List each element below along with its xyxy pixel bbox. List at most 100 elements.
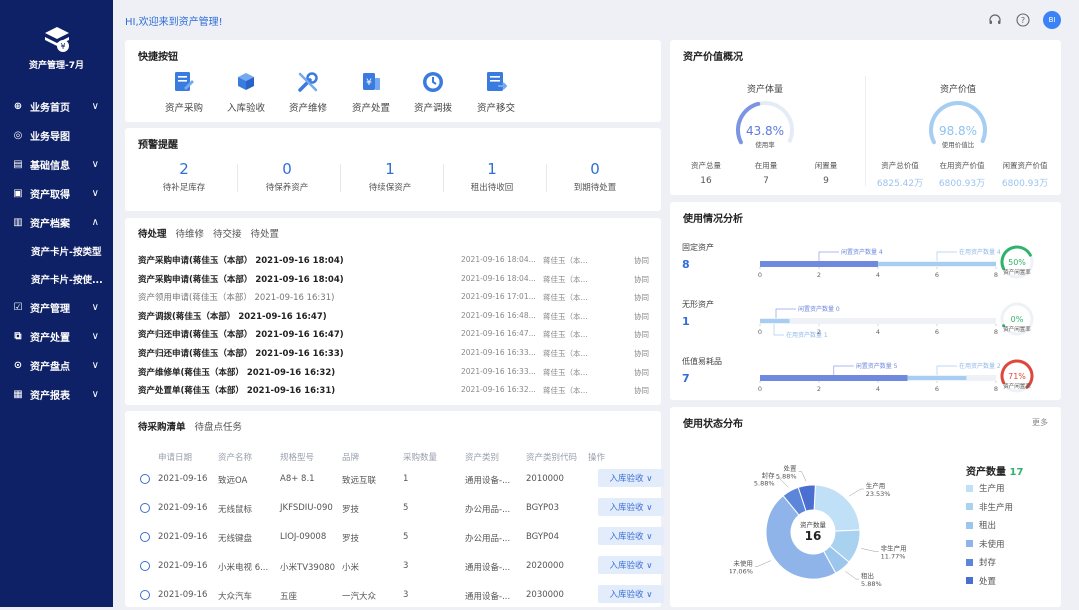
legend-item[interactable]: 未使用: [966, 538, 1005, 550]
quick-button-label: 资产处置: [341, 100, 401, 114]
quick-dispose-button[interactable]: ¥ 资产处置: [341, 70, 401, 114]
sidebar-item-map[interactable]: ◎业务导图: [0, 121, 113, 150]
todo-row[interactable]: 资产采购申请(蒋佳玉（本部） 2021-09-16 18:04)2021-09-…: [138, 251, 658, 269]
headset-icon[interactable]: [987, 12, 1003, 28]
table-cell: 1: [403, 474, 408, 484]
sidebar-nav: ⊕业务首页∨ ◎业务导图 ▤基础信息∨ ▣资产取得∨ ▥资产档案∧ 资产卡片-按…: [0, 92, 113, 409]
warning-count: 0: [544, 160, 646, 178]
tab-pending[interactable]: 待处理: [138, 226, 167, 240]
warning-item-expire[interactable]: 0到期待处置: [544, 160, 646, 193]
sidebar-subitem-card-type[interactable]: 资产卡片-按类型: [0, 237, 113, 265]
usage-bar-chart: 闲置资产数量 0在用资产数量 1024680%资产闲置率: [682, 293, 1062, 345]
row-radio[interactable]: [140, 561, 150, 571]
todo-row[interactable]: 资产归还申请(蒋佳玉（本部） 2021-09-16 16:47)2021-09-…: [138, 325, 658, 343]
row-radio[interactable]: [140, 474, 150, 484]
sidebar-subitem-card-use[interactable]: 资产卡片-按使...: [0, 265, 113, 293]
sidebar-item-dispose[interactable]: ⧉资产处置∨: [0, 322, 113, 351]
table-cell: 无线键盘: [218, 532, 252, 544]
more-link[interactable]: 更多: [1032, 417, 1048, 428]
table-cell: 办公用品-...: [465, 503, 510, 515]
usage-bar-used: [908, 376, 967, 380]
sidebar-item-home[interactable]: ⊕业务首页∨: [0, 92, 113, 121]
annotation-line: [819, 252, 839, 261]
legend-item[interactable]: 非生产用: [966, 501, 1013, 513]
todo-person: 蒋佳玉（本...: [543, 292, 588, 303]
value-percent: 98.8%: [939, 124, 977, 138]
chevron-down-icon: ∨: [92, 188, 99, 199]
quick-repair-button[interactable]: 资产维修: [278, 70, 338, 114]
sidebar-item-acquire[interactable]: ▣资产取得∨: [0, 179, 113, 208]
avatar[interactable]: BI: [1043, 11, 1061, 29]
tab-inventory-task[interactable]: 待盘点任务: [195, 419, 243, 433]
todo-row[interactable]: 资产维修单(蒋佳玉（本部） 2021-09-16 16:32)2021-09-1…: [138, 363, 658, 381]
warning-item-insure[interactable]: 1待续保资产: [339, 160, 441, 193]
todo-row[interactable]: 资产采购申请(蒋佳玉（本部） 2021-09-16 18:04)2021-09-…: [138, 270, 658, 288]
sidebar-item-basic-info[interactable]: ▤基础信息∨: [0, 150, 113, 179]
status-pie-chart: 资产数量16生产用23.53%非生产用11.77%租出5.88%未使用47.06…: [730, 447, 960, 607]
legend-label: 封存: [979, 556, 996, 568]
help-icon[interactable]: ?: [1015, 12, 1031, 28]
idle-rate-label: 资产闲置率: [1003, 325, 1031, 333]
pie-slice-value: 23.53%: [866, 490, 891, 498]
pie-slice-value: 47.06%: [730, 567, 753, 575]
quick-warehouse-button[interactable]: 入库验收: [216, 70, 276, 114]
todo-row[interactable]: 资产领用申请(蒋佳玉（本部） 2021-09-16 16:31)2021-09-…: [138, 288, 658, 306]
sidebar-item-manage[interactable]: ☑资产管理∨: [0, 293, 113, 322]
legend-item[interactable]: 租出: [966, 519, 996, 531]
legend-item[interactable]: 生产用: [966, 482, 1005, 494]
usage-bar-used: [878, 262, 996, 266]
todo-person: 蒋佳玉（本...: [543, 274, 588, 285]
tab-purchase-list[interactable]: 待采购清单: [138, 419, 186, 433]
todo-row[interactable]: 资产调拨(蒋佳玉（本部） 2021-09-16 16:47)2021-09-16…: [138, 307, 658, 325]
quick-button-label: 入库验收: [216, 100, 276, 114]
warning-item-stock[interactable]: 2待补足库存: [133, 160, 235, 193]
quick-handover-button[interactable]: 资产移交: [466, 70, 526, 114]
warehouse-accept-button[interactable]: 入库验收 ∨: [598, 556, 664, 574]
svg-text:¥: ¥: [366, 78, 372, 88]
tab-dispose[interactable]: 待处置: [251, 226, 280, 240]
tab-handover[interactable]: 待交接: [213, 226, 242, 240]
table-cell: 小米TV39080: [280, 561, 335, 573]
col-header: 操作: [588, 451, 605, 463]
row-radio[interactable]: [140, 590, 150, 600]
todo-action: 协同: [634, 255, 649, 266]
annotation-line: [774, 324, 784, 335]
table-cell: 一汽大众: [342, 590, 376, 602]
pie-label-line: [849, 489, 864, 496]
todo-row[interactable]: 资产处置单(蒋佳玉（本部） 2021-09-16 16:31)2021-09-1…: [138, 381, 658, 399]
welcome-text: HI,欢迎来到资产管理!: [125, 13, 223, 28]
pie-label-line: [755, 561, 771, 567]
warehouse-accept-button[interactable]: 入库验收 ∨: [598, 469, 664, 487]
legend-swatch: [966, 522, 973, 529]
row-radio[interactable]: [140, 503, 150, 513]
legend-swatch: [966, 503, 973, 510]
sidebar-item-report[interactable]: ▦资产报表∨: [0, 380, 113, 409]
inventory-icon: ⊙: [12, 360, 24, 372]
legend-item[interactable]: 封存: [966, 556, 996, 568]
legend-item[interactable]: 处置: [966, 575, 996, 587]
todo-action: 协同: [634, 385, 649, 396]
status-card: 使用状态分布 更多 资产数量16生产用23.53%非生产用11.77%租出5.8…: [670, 407, 1061, 607]
svg-text:¥: ¥: [60, 42, 65, 51]
quick-buttons-title: 快捷按钮: [138, 48, 178, 63]
volume-percent: 43.8%: [746, 124, 784, 138]
todo-row[interactable]: 资产归还申请(蒋佳玉（本部） 2021-09-16 16:33)2021-09-…: [138, 344, 658, 362]
quick-transfer-button[interactable]: 资产调拨: [403, 70, 463, 114]
used-annotation: 在用资产数量 1: [786, 331, 828, 339]
value-title: 资产价值: [923, 82, 993, 95]
warning-item-maintain[interactable]: 0待保养资产: [236, 160, 338, 193]
sidebar-item-archive[interactable]: ▥资产档案∧: [0, 208, 113, 237]
warning-item-rent[interactable]: 1租出待收回: [441, 160, 543, 193]
volume-gauge: 43.8% 使用率: [730, 100, 800, 154]
warehouse-accept-button[interactable]: 入库验收 ∨: [598, 498, 664, 516]
warehouse-accept-button[interactable]: 入库验收 ∨: [598, 527, 664, 545]
table-row: 2021-09-16小米电视 6...小米TV39080小米3通用设备-...2…: [138, 552, 663, 581]
quick-purchase-button[interactable]: 资产采购: [154, 70, 214, 114]
todo-title: 资产调拨(蒋佳玉（本部） 2021-09-16 16:47): [138, 310, 327, 322]
warehouse-accept-button[interactable]: 入库验收 ∨: [598, 585, 664, 603]
sidebar-item-inventory[interactable]: ⊙资产盘点∨: [0, 351, 113, 380]
table-cell: 2021-09-16: [158, 474, 207, 484]
axis-tick-label: 2: [817, 328, 821, 336]
row-radio[interactable]: [140, 532, 150, 542]
tab-repair[interactable]: 待维修: [176, 226, 205, 240]
